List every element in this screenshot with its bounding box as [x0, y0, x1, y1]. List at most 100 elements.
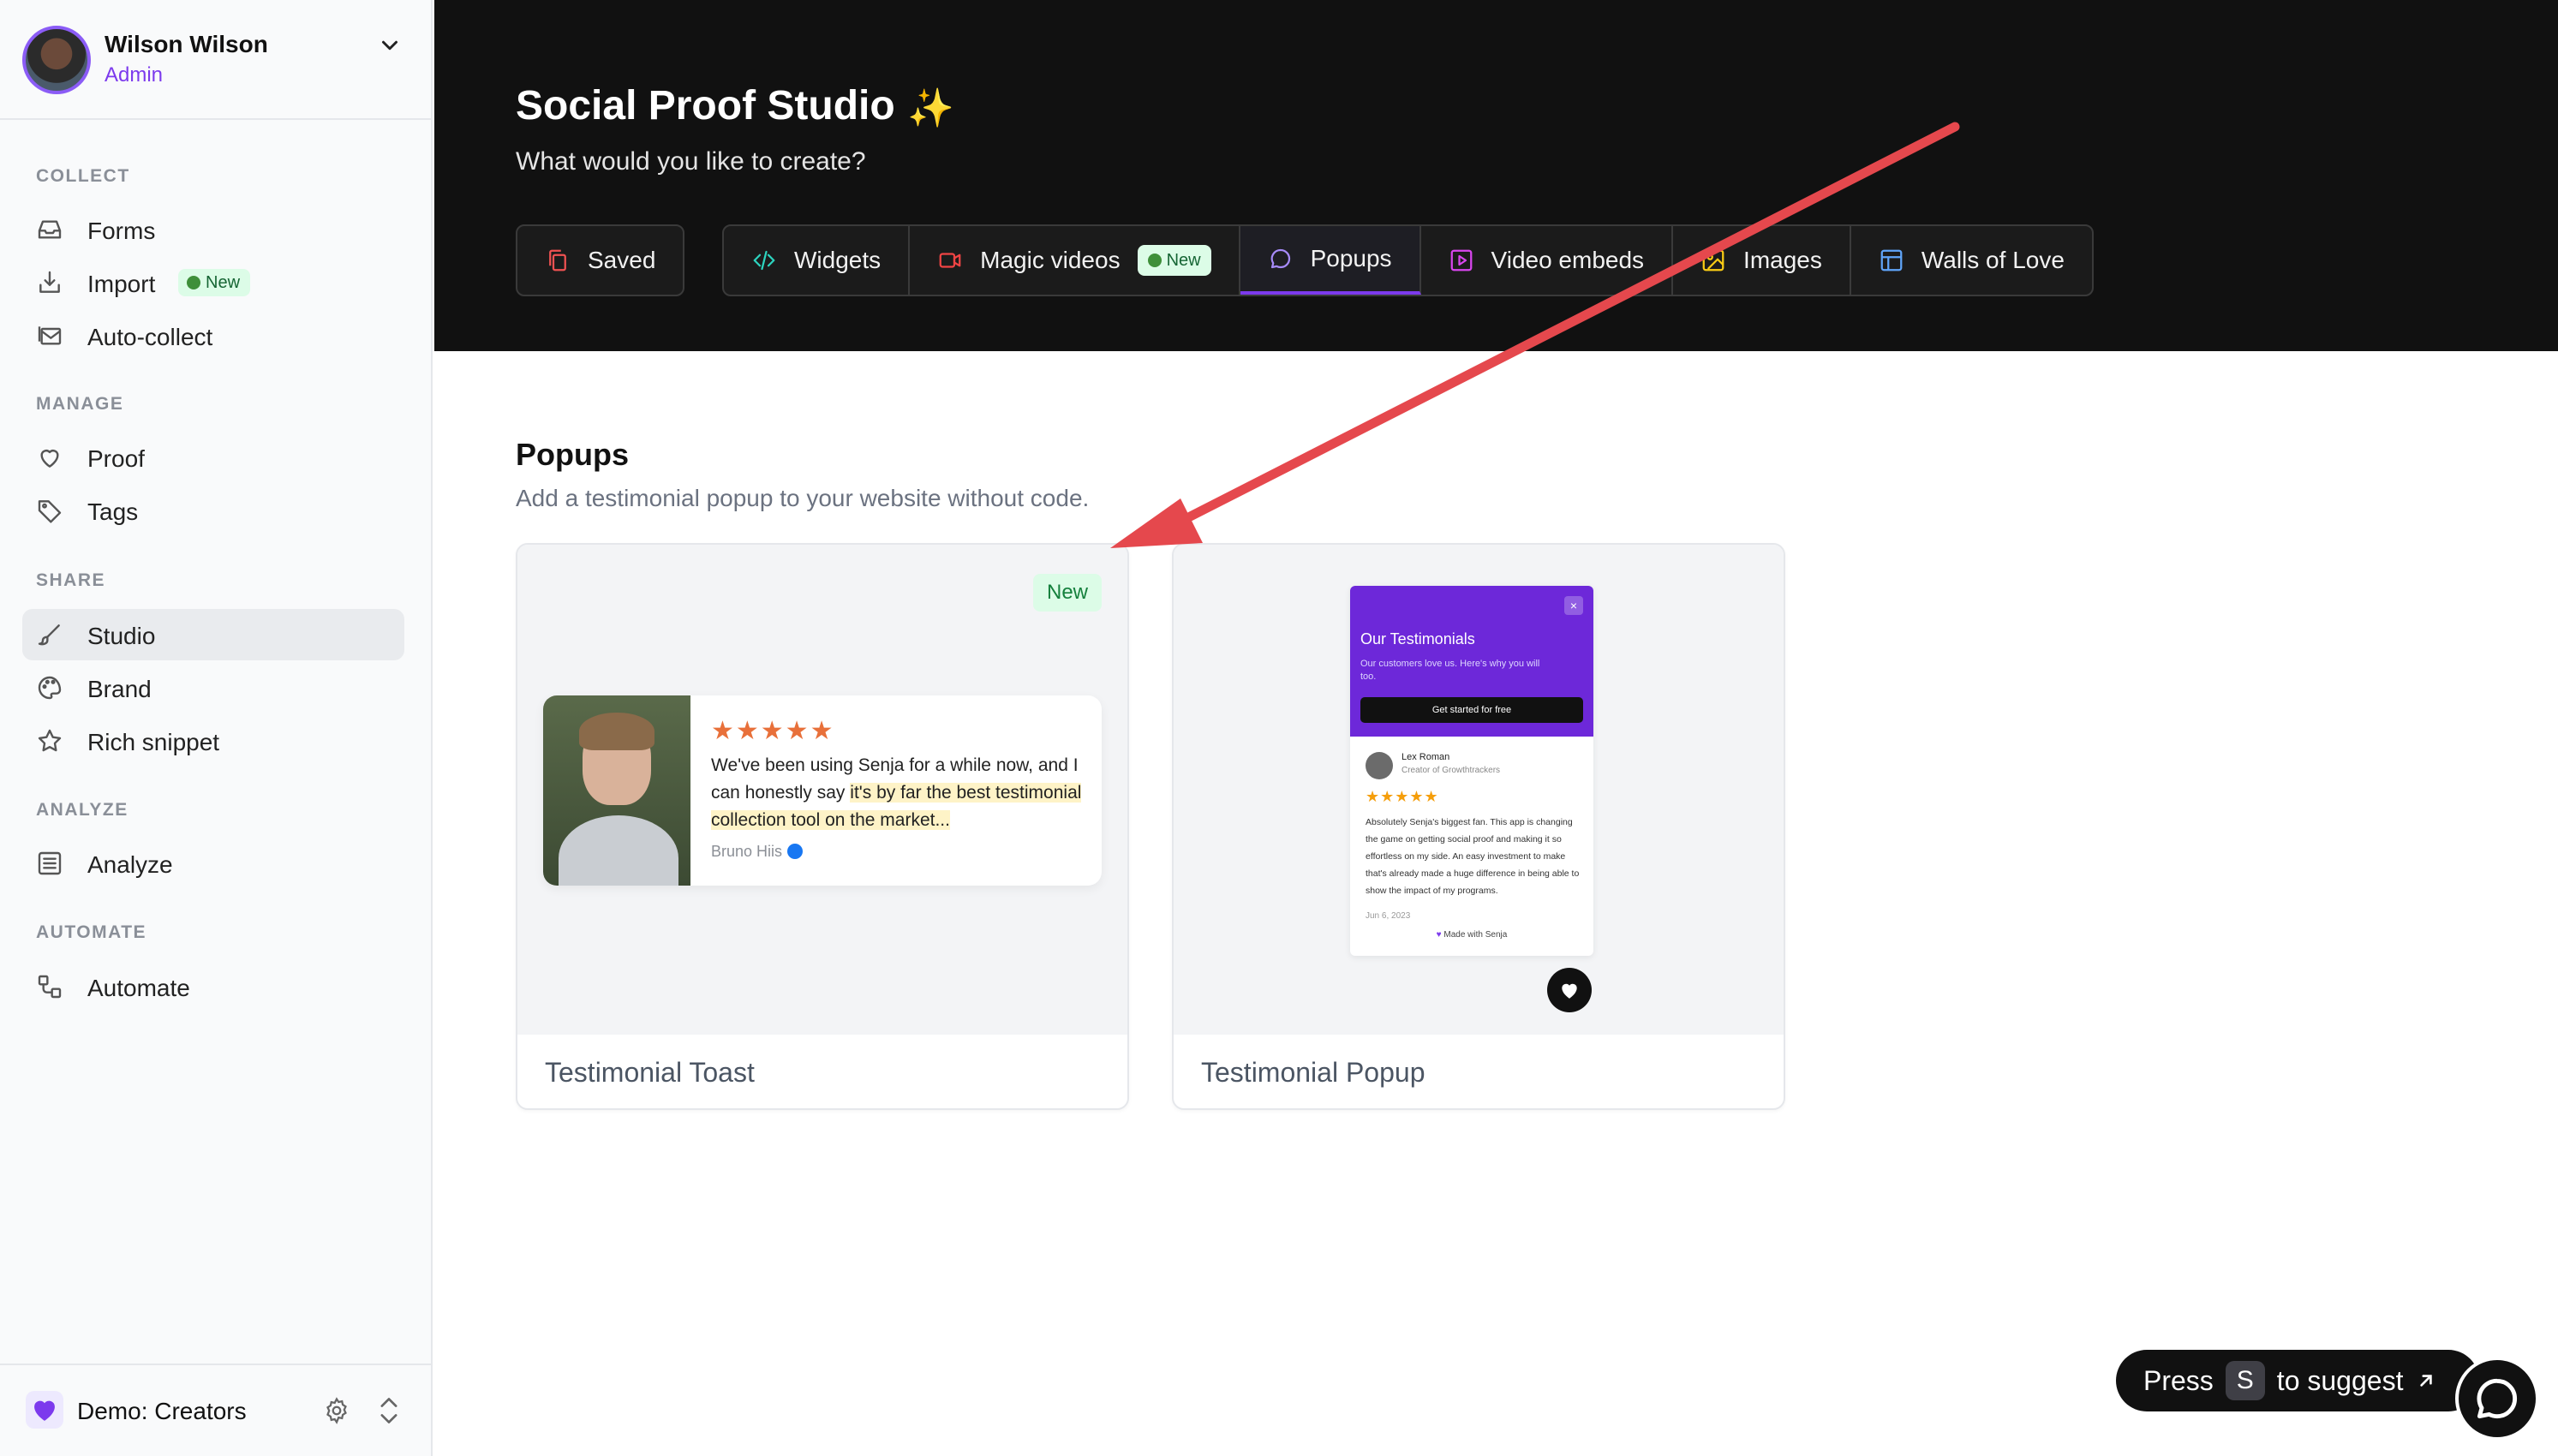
sidebar: Wilson Wilson Admin COLLECT Forms Import…	[0, 0, 433, 1456]
sidebar-item-label: Studio	[87, 623, 156, 649]
suggest-text: to suggest	[2276, 1364, 2404, 1396]
sparkle-icon: ✨	[907, 87, 954, 129]
reviewer-photo	[543, 695, 690, 886]
gear-icon[interactable]	[322, 1396, 351, 1425]
palette-icon	[38, 676, 62, 700]
tree-icon	[187, 276, 200, 289]
review-text: Absolutely Senja's biggest fan. This app…	[1366, 817, 1580, 896]
tab-widgets[interactable]: Widgets	[724, 226, 911, 295]
inbox-icon	[38, 220, 62, 239]
rating-stars: ★★★★★	[1366, 788, 1439, 805]
list-icon	[38, 851, 62, 875]
section-title: Popups	[516, 437, 629, 472]
tag-icon	[38, 500, 62, 523]
tree-icon	[1147, 254, 1162, 267]
tab-popups[interactable]: Popups	[1240, 226, 1421, 295]
section-analyze: ANALYZE	[36, 800, 128, 820]
tab-video-embeds[interactable]: Video embeds	[1421, 226, 1674, 295]
import-icon	[39, 271, 60, 293]
section-manage: MANAGE	[36, 394, 124, 414]
workspace-switcher[interactable]: Demo: Creators	[0, 1364, 433, 1456]
user-name: Wilson Wilson	[105, 31, 268, 57]
page-subtitle: What would you like to create?	[516, 147, 866, 176]
heart-icon	[40, 450, 59, 468]
section-automate: AUTOMATE	[36, 922, 147, 942]
sidebar-item-label: Automate	[87, 975, 190, 1001]
tab-images[interactable]: Images	[1673, 226, 1851, 295]
sidebar-item-studio[interactable]: Studio	[22, 609, 404, 660]
sidebar-item-forms[interactable]: Forms	[22, 204, 404, 255]
tab-label: Walls of Love	[1921, 247, 2065, 273]
copy-icon	[549, 249, 566, 272]
workflow-icon	[38, 975, 62, 999]
code-icon	[753, 250, 775, 271]
popup-title: Our Testimonials	[1360, 630, 1475, 647]
keyboard-key: S	[2225, 1361, 2265, 1400]
popup-preview: × Our Testimonials Our customers love us…	[1350, 586, 1593, 956]
reviewer-role: Creator of Growthtrackers	[1402, 766, 1501, 775]
sidebar-item-label: Import	[87, 271, 156, 297]
sidebar-item-label: Brand	[87, 676, 152, 702]
section-share: SHARE	[36, 570, 106, 590]
saved-tab-group: Saved	[516, 224, 685, 296]
tab-walls-of-love[interactable]: Walls of Love	[1851, 226, 2092, 295]
play-square-icon	[1450, 249, 1472, 272]
tab-label: Magic videos	[980, 247, 1121, 273]
chevron-down-icon[interactable]	[377, 33, 403, 58]
video-camera-icon	[939, 253, 961, 268]
popup-subtitle: Our customers love us. Here's why you wi…	[1360, 659, 1540, 682]
suggest-press: Press	[2143, 1364, 2214, 1396]
sidebar-item-proof[interactable]: Proof	[22, 432, 404, 483]
star-icon	[38, 729, 62, 752]
section-collect: COLLECT	[36, 166, 130, 186]
sidebar-item-import[interactable]: Import New	[22, 257, 404, 308]
testimonial-toast-card[interactable]: New ★★★★★ We've been using Senja for a w…	[516, 543, 1129, 1110]
chat-bubble-icon	[1270, 248, 1290, 269]
chat-bubble-icon	[2477, 1378, 2518, 1419]
mail-stack-icon	[38, 326, 62, 345]
made-with-senja: ♥ Made with Senja	[1436, 930, 1508, 940]
tab-label: Widgets	[794, 247, 882, 273]
studio-tabs: Widgets Magic videos New Popups Video em…	[722, 224, 2094, 296]
sidebar-item-auto-collect[interactable]: Auto-collect	[22, 310, 404, 361]
heart-icon	[34, 1400, 55, 1421]
review-date: Jun 6, 2023	[1366, 911, 1411, 921]
workspace-logo	[26, 1391, 63, 1429]
new-badge: New	[1137, 245, 1211, 276]
sidebar-item-label: Auto-collect	[87, 324, 213, 350]
suggest-button[interactable]: Press S to suggest	[2116, 1350, 2479, 1411]
heart-icon	[1562, 983, 1577, 999]
sidebar-item-label: Proof	[87, 445, 145, 472]
sidebar-item-label: Analyze	[87, 851, 173, 878]
sidebar-item-analyze[interactable]: Analyze	[22, 838, 404, 889]
arrow-up-right-icon	[2420, 1375, 2433, 1387]
sidebar-item-automate[interactable]: Automate	[22, 961, 404, 1012]
card-label: Testimonial Toast	[545, 1057, 755, 1088]
tab-saved[interactable]: Saved	[517, 226, 683, 295]
heart-launcher-button	[1547, 968, 1592, 1012]
tab-magic-videos[interactable]: Magic videos New	[910, 226, 1240, 295]
sidebar-item-rich-snippet[interactable]: Rich snippet	[22, 715, 404, 767]
section-subtitle: Add a testimonial popup to your website …	[516, 485, 1090, 511]
workspace-name: Demo: Creators	[77, 1398, 247, 1424]
card-label: Testimonial Popup	[1201, 1057, 1425, 1088]
image-icon	[1702, 249, 1724, 272]
page-title: Social Proof Studio	[516, 83, 895, 128]
popup-review: Lex Roman Creator of Growthtrackers ★★★★…	[1350, 737, 1593, 956]
sidebar-item-tags[interactable]: Tags	[22, 485, 404, 536]
brush-icon	[38, 624, 60, 646]
tab-label: Saved	[588, 247, 656, 273]
avatar	[22, 26, 91, 94]
heart-icon: ♥	[1436, 930, 1442, 940]
popup-header: × Our Testimonials Our customers love us…	[1350, 586, 1593, 737]
sidebar-item-brand[interactable]: Brand	[22, 662, 404, 713]
chevron-updown-icon[interactable]	[377, 1394, 401, 1427]
reviewer-name: Lex Roman	[1402, 752, 1450, 762]
new-badge: New	[178, 269, 251, 296]
testimonial-popup-card[interactable]: × Our Testimonials Our customers love us…	[1172, 543, 1785, 1110]
card-preview: × Our Testimonials Our customers love us…	[1174, 545, 1784, 1035]
tab-label: Video embeds	[1491, 247, 1645, 273]
card-preview: New ★★★★★ We've been using Senja for a w…	[517, 545, 1127, 1035]
chat-launcher-button[interactable]	[2455, 1357, 2539, 1441]
user-menu[interactable]: Wilson Wilson Admin	[0, 0, 433, 120]
